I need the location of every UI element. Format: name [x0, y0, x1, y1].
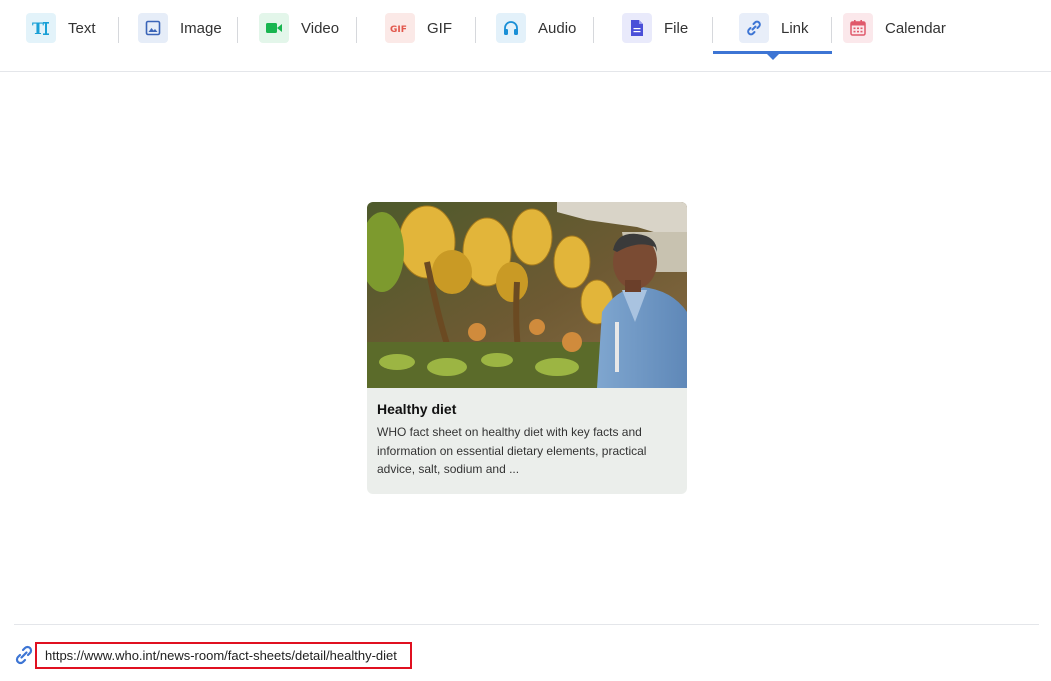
- tab-image-label: Image: [180, 19, 222, 37]
- tab-text-label: Text: [68, 19, 96, 37]
- tab-gif[interactable]: GIF GIF: [385, 0, 452, 56]
- url-input-highlight: [35, 642, 412, 669]
- preview-title: Healthy diet: [377, 401, 457, 417]
- tab-calendar[interactable]: Calendar: [843, 0, 946, 56]
- tab-image[interactable]: Image: [138, 0, 222, 56]
- link-icon: [13, 644, 35, 666]
- tab-file-label: File: [664, 19, 689, 37]
- link-preview-card[interactable]: Healthy diet WHO fact sheet on healthy d…: [367, 202, 687, 494]
- input-divider: [14, 624, 1039, 625]
- active-tab-caret: [767, 54, 779, 60]
- tab-link-label: Link: [781, 19, 809, 37]
- tab-separator: [831, 17, 832, 43]
- preview-image: [367, 202, 687, 388]
- svg-text:T: T: [32, 19, 44, 37]
- tab-link[interactable]: Link: [739, 0, 809, 56]
- tab-file[interactable]: File: [622, 0, 688, 56]
- tab-separator: [475, 17, 476, 43]
- gif-icon: GIF: [385, 13, 415, 43]
- tab-audio[interactable]: Audio: [496, 0, 576, 56]
- tab-text[interactable]: T Text: [26, 0, 96, 56]
- link-icon: [739, 13, 769, 43]
- tab-gif-label: GIF: [427, 19, 452, 37]
- tab-audio-label: Audio: [538, 19, 577, 37]
- media-type-tabbar: T Text Image Video GIF GIF Audio File Li…: [0, 0, 1051, 72]
- url-input[interactable]: [39, 645, 408, 666]
- tab-video[interactable]: Video: [259, 0, 339, 56]
- tab-separator: [118, 17, 119, 43]
- preview-description: WHO fact sheet on healthy diet with key …: [377, 425, 647, 476]
- headphones-icon: [496, 13, 526, 43]
- file-icon: [622, 13, 652, 43]
- tab-separator: [593, 17, 594, 43]
- tab-separator: [712, 17, 713, 43]
- calendar-icon: [843, 13, 873, 43]
- svg-text:GIF: GIF: [390, 25, 407, 34]
- image-icon: [138, 13, 168, 43]
- video-camera-icon: [259, 13, 289, 43]
- tab-video-label: Video: [301, 19, 340, 37]
- tab-separator: [356, 17, 357, 43]
- text-format-icon: T: [26, 13, 56, 43]
- tab-separator: [237, 17, 238, 43]
- tab-calendar-label: Calendar: [885, 19, 946, 37]
